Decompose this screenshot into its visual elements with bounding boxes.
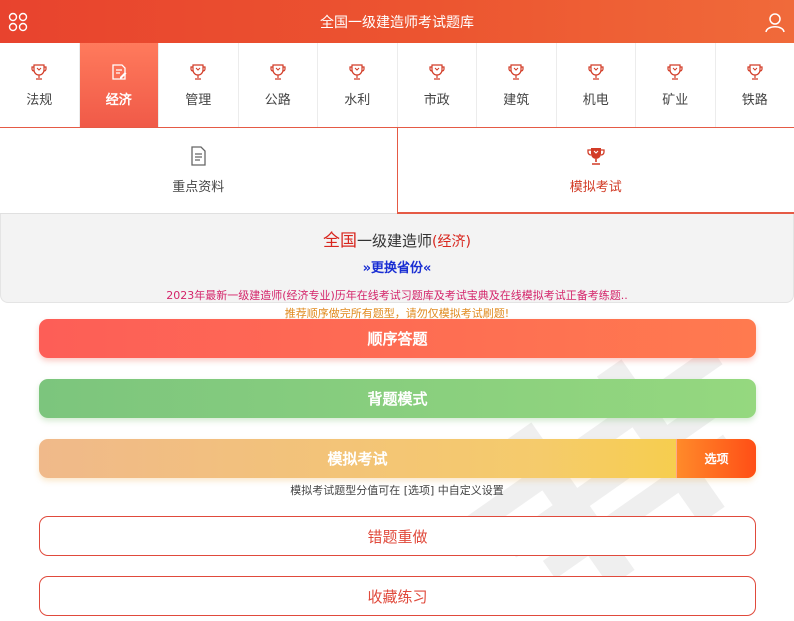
subject-tab-jianzhu[interactable]: 建筑 [477, 43, 557, 127]
trophy-icon [508, 63, 524, 80]
subject-tab-label: 公路 [264, 92, 291, 108]
document-icon [191, 146, 206, 166]
grid-menu-icon[interactable] [8, 12, 28, 32]
trophy-icon [429, 63, 445, 80]
subject-tab-shizheng[interactable]: 市政 [398, 43, 477, 127]
mode-tabs: 重点资料 模拟考试 [0, 128, 794, 214]
trophy-icon [588, 63, 604, 80]
exam-region: 全国 [323, 231, 358, 251]
subject-tab-label: 经济 [105, 92, 132, 108]
recite-mode-button[interactable]: 背题模式 [39, 379, 756, 418]
exam-title: 全国一级建造师(经济) [1, 226, 793, 251]
subject-tab-label: 铁路 [741, 92, 768, 108]
top-bar: 全国一级建造师考试题库 [0, 0, 794, 43]
trophy-icon [667, 63, 683, 80]
subject-tab-label: 市政 [423, 92, 450, 108]
trophy-icon [587, 147, 605, 165]
tab-mock-exam[interactable]: 模拟考试 [396, 128, 794, 214]
exam-subject: (经济) [432, 234, 471, 250]
wrong-redo-button[interactable]: 错题重做 [39, 516, 756, 556]
subject-tab-label: 管理 [185, 92, 212, 108]
page-title: 全国一级建造师考试题库 [320, 14, 474, 31]
subject-tab-jingji[interactable]: 经济 [79, 43, 159, 127]
trophy-icon [747, 63, 763, 80]
subject-tab-label: 机电 [582, 92, 609, 108]
subject-tab-label: 建筑 [503, 92, 530, 108]
subject-tab-guanli[interactable]: 管理 [159, 43, 239, 127]
subject-tab-shuili[interactable]: 水利 [318, 43, 398, 127]
notice-line-1: 2023年最新一级建造师(经济专业)历年在线考试习题库及考试宝典及在线模拟考试正… [166, 289, 628, 302]
subject-tab-tielu[interactable]: 铁路 [716, 43, 794, 127]
subject-tab-label: 矿业 [662, 92, 689, 108]
trophy-icon [349, 63, 365, 80]
trophy-icon [270, 63, 286, 80]
subject-tab-kuangye[interactable]: 矿业 [636, 43, 716, 127]
mock-exam-note: 模拟考试题型分值可在 [选项] 中自定义设置 [290, 484, 504, 497]
switch-province-link[interactable]: »更换省份« [1, 257, 793, 276]
exam-name: 一级建造师 [357, 232, 433, 250]
trophy-icon [31, 63, 47, 80]
tab-label: 模拟考试 [569, 179, 622, 195]
subject-tab-label: 水利 [344, 92, 371, 108]
options-button[interactable]: 选项 [676, 439, 756, 478]
subject-tab-label: 法规 [26, 92, 53, 108]
subject-tab-gonglu[interactable]: 公路 [239, 43, 318, 127]
trophy-icon [190, 63, 206, 80]
subject-tab-jidian[interactable]: 机电 [557, 43, 636, 127]
tab-label: 重点资料 [172, 180, 225, 195]
favorites-practice-button[interactable]: 收藏练习 [39, 576, 756, 616]
edit-document-icon [112, 63, 127, 80]
mock-exam-label: 模拟考试 [327, 450, 388, 468]
user-icon[interactable] [764, 11, 786, 33]
sequential-answer-button[interactable]: 顺序答题 [39, 319, 756, 358]
mock-exam-button[interactable]: 模拟考试 选项 [39, 439, 756, 478]
subject-tabs: 法规 经济 管理 公路 水利 市政 建筑 机电 矿业 铁路 [0, 43, 794, 128]
subject-tab-fagui[interactable]: 法规 [0, 43, 80, 127]
tab-key-materials[interactable]: 重点资料 [0, 128, 397, 214]
